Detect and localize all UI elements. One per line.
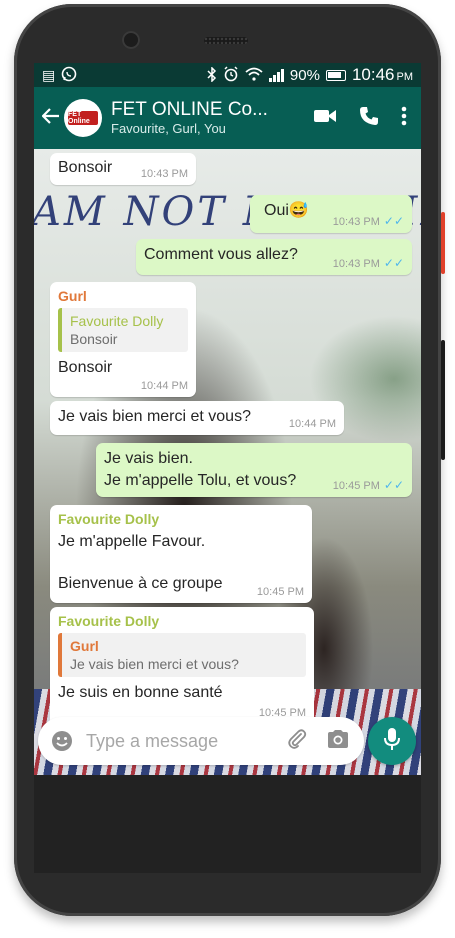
message-incoming-reply[interactable]: Favourite Dolly Gurl Je vais bien merci … — [50, 607, 314, 727]
more-vert-icon[interactable] — [401, 106, 407, 131]
read-ticks-icon: ✓✓ — [383, 478, 404, 492]
status-bar: ▤ 90% 10:46 PM — [34, 63, 421, 87]
whatsapp-notification-icon — [61, 66, 77, 84]
group-info[interactable]: FET ONLINE Co... Favourite, Gurl, You — [111, 99, 281, 137]
chat-header: FET Online FET ONLINE Co... Favourite, G… — [34, 87, 421, 149]
emoji-icon[interactable] — [50, 729, 74, 753]
quoted-message[interactable]: Favourite Dolly Bonsoir — [58, 308, 188, 352]
message-outgoing[interactable]: Comment vous allez? 10:43 PM ✓✓ — [136, 239, 412, 275]
phone-volume-button — [441, 340, 445, 460]
sender-name: Favourite Dolly — [58, 613, 160, 629]
message-incoming[interactable]: Favourite Dolly Je m'appelle Favour. Bie… — [50, 505, 312, 603]
battery-icon — [325, 69, 346, 81]
message-compose-bar — [38, 717, 364, 765]
group-title: FET ONLINE Co... — [111, 99, 268, 120]
bluetooth-icon — [207, 65, 217, 84]
read-ticks-icon: ✓✓ — [383, 256, 404, 270]
wifi-icon — [245, 67, 263, 83]
avatar-logo: FET Online — [68, 111, 98, 125]
battery-percent: 90% — [289, 66, 320, 84]
status-time: 10:46 PM — [351, 65, 413, 84]
quoted-message[interactable]: Gurl Je vais bien merci et vous? — [58, 633, 306, 677]
read-ticks-icon: ✓✓ — [383, 214, 404, 228]
gallery-notification-icon: ▤ — [42, 67, 56, 83]
message-incoming-reply[interactable]: Gurl Favourite Dolly Bonsoir Bonsoir 10:… — [50, 282, 196, 397]
phone-side-button — [441, 212, 445, 274]
message-outgoing[interactable]: Je vais bien. Je m'appelle Tolu, et vous… — [96, 443, 412, 497]
message-incoming[interactable]: Je vais bien merci et vous? 10:44 PM — [50, 401, 344, 435]
message-outgoing[interactable]: Oui😅 10:43 PM ✓✓ — [250, 195, 412, 233]
cell-signal-icon — [268, 68, 284, 82]
arrow-left-icon[interactable] — [34, 105, 64, 131]
message-incoming[interactable]: Bonsoir 10:43 PM — [50, 153, 196, 185]
front-camera — [122, 31, 140, 49]
group-members: Favourite, Gurl, You — [111, 121, 226, 136]
microphone-icon — [384, 727, 400, 756]
sender-name: Favourite Dolly — [58, 511, 160, 527]
chat-area[interactable]: AM NOT MY HAIR Bonsoir 10:43 PM Oui😅 10:… — [34, 149, 421, 775]
earpiece-speaker — [204, 37, 248, 44]
camera-icon[interactable] — [326, 729, 350, 754]
phone-chin — [34, 775, 421, 873]
microphone-button[interactable] — [368, 717, 416, 765]
screen: ▤ 90% 10:46 PM FET Online FET ONLINE Co.… — [34, 63, 421, 775]
video-call-icon[interactable] — [313, 108, 337, 129]
message-input[interactable] — [86, 730, 266, 752]
phone-icon[interactable] — [359, 106, 379, 131]
alarm-icon — [223, 66, 239, 84]
group-avatar[interactable]: FET Online — [64, 99, 102, 137]
sender-name: Gurl — [58, 288, 87, 304]
paperclip-icon[interactable] — [286, 728, 308, 755]
